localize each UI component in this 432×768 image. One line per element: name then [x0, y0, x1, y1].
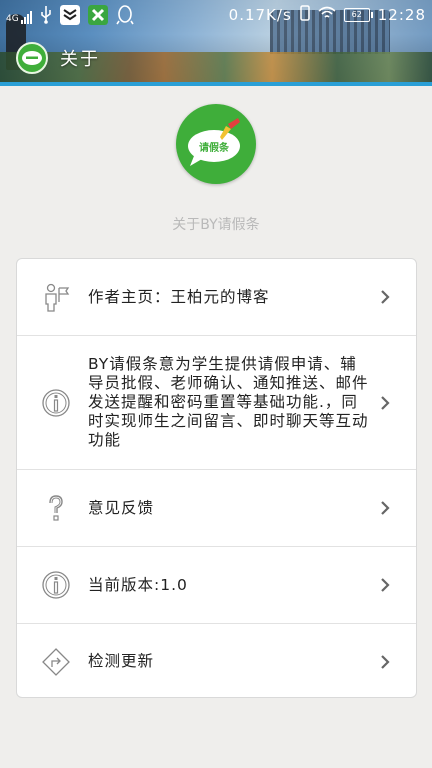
- battery-level: 62: [351, 10, 362, 19]
- author-icon: [41, 282, 71, 312]
- signal-icon: 4G: [6, 10, 32, 24]
- chevron-right-icon: [381, 501, 390, 515]
- shield-app-icon: [59, 5, 80, 29]
- wifi-icon: [318, 6, 336, 24]
- menu-item-label: 作者主页：王柏元的博客: [88, 287, 270, 306]
- status-bar-right: 0.17K/s 62 12:28: [229, 5, 426, 25]
- battery-icon: 62: [343, 8, 373, 22]
- menu-item-label: 意见反馈: [88, 498, 155, 517]
- app-bar[interactable]: 关于: [16, 42, 100, 74]
- app-logo-large: 请假条: [176, 104, 256, 184]
- menu-item-label: BY请假条意为学生提供请假申请、辅导员批假、老师确认、通知推送、邮件发送提醒和密…: [88, 355, 369, 449]
- menu-item-check-update[interactable]: 检测更新: [17, 624, 416, 699]
- menu-item-label: 当前版本:1.0: [88, 575, 188, 594]
- header-accent-line: [0, 82, 432, 86]
- status-bar-left: 4G: [6, 5, 134, 29]
- chevron-right-icon: [381, 654, 390, 669]
- chevron-right-icon: [381, 290, 390, 304]
- green-x-app-icon: [87, 5, 108, 29]
- menu-item-author-homepage[interactable]: 作者主页：王柏元的博客: [17, 259, 416, 336]
- about-menu-card: 作者主页：王柏元的博客 BY请假条意为学生提供请假申请、辅导员批假、老师确认、通…: [16, 258, 417, 698]
- menu-item-app-description[interactable]: BY请假条意为学生提供请假申请、辅导员批假、老师确认、通知推送、邮件发送提醒和密…: [17, 336, 416, 470]
- info-icon: [41, 388, 71, 418]
- network-type: 4G: [6, 14, 19, 24]
- status-time: 12:28: [377, 6, 426, 24]
- status-bar: 4G 0.17K/s 62 12:28: [0, 0, 432, 30]
- logo-text: 请假条: [199, 143, 229, 154]
- menu-item-current-version[interactable]: 当前版本:1.0: [17, 547, 416, 624]
- usb-icon: [40, 6, 52, 28]
- question-icon: [41, 493, 71, 523]
- page-title: 关于: [60, 49, 100, 70]
- qq-icon: [116, 5, 134, 29]
- update-icon: [41, 647, 71, 677]
- phone-icon: [300, 5, 310, 25]
- about-app-title: 关于BY请假条: [172, 217, 260, 233]
- app-logo-icon[interactable]: [16, 42, 48, 74]
- menu-item-feedback[interactable]: 意见反馈: [17, 470, 416, 547]
- chevron-right-icon: [381, 395, 390, 410]
- header: 4G 0.17K/s 62 12:28 关于: [0, 0, 432, 86]
- net-speed: 0.17K/s: [228, 6, 292, 24]
- info-icon: [41, 570, 71, 600]
- menu-item-label: 检测更新: [88, 652, 155, 670]
- chevron-right-icon: [381, 578, 390, 592]
